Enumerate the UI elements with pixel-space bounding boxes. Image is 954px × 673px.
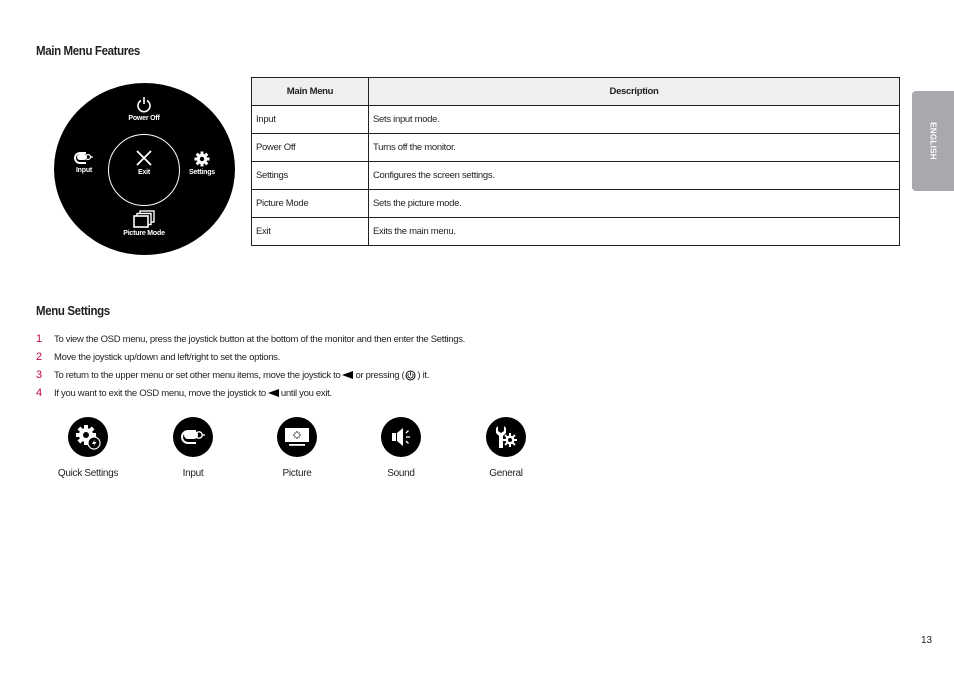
menu-item-power-off: Power Off bbox=[114, 96, 174, 122]
menu-item-settings: Settings bbox=[172, 151, 232, 176]
language-tab-label: ENGLISH bbox=[928, 122, 938, 160]
joystick-press-icon bbox=[405, 370, 416, 380]
step-text: To view the OSD menu, press the joystick… bbox=[54, 333, 466, 345]
menu-cell: Picture Mode bbox=[251, 189, 369, 218]
picture-mode-label: Picture Mode bbox=[123, 230, 165, 237]
menu-item-picture-mode: Picture Mode bbox=[114, 210, 174, 237]
input-icon bbox=[74, 152, 93, 164]
step-text: To return to the upper menu or set other… bbox=[54, 369, 341, 381]
picture-label: Picture bbox=[282, 468, 312, 479]
sound-icon bbox=[392, 428, 410, 446]
menu-cell: Exit bbox=[251, 217, 369, 246]
left-arrow-icon bbox=[342, 371, 354, 379]
sound-label: Sound bbox=[387, 468, 415, 479]
input-label: Input bbox=[182, 468, 204, 479]
menu-item-input: Input bbox=[54, 151, 114, 174]
menu-cell: Settings bbox=[251, 161, 369, 190]
language-tab: ENGLISH bbox=[912, 91, 954, 191]
step-number: 3 bbox=[36, 369, 42, 381]
left-arrow-icon bbox=[267, 389, 279, 397]
description-cell: Exits the main menu. bbox=[368, 217, 900, 246]
table-row: Power Off Turns off the monitor. bbox=[251, 133, 900, 162]
column-header-description: Description bbox=[368, 77, 900, 106]
step-item: 4 If you want to exit the OSD menu, move… bbox=[36, 384, 465, 402]
step-number: 1 bbox=[36, 333, 42, 345]
menu-item-exit: Exit bbox=[114, 149, 174, 176]
step-number: 4 bbox=[36, 387, 42, 399]
menu-icon-quick-settings: Quick Settings bbox=[43, 417, 133, 479]
power-icon bbox=[137, 97, 151, 113]
table-row: Settings Configures the screen settings. bbox=[251, 161, 900, 190]
picture-mode-icon bbox=[133, 210, 155, 228]
section-title-menu-settings: Menu Settings bbox=[36, 304, 110, 318]
settings-label: Settings bbox=[188, 169, 215, 176]
step-text: Move the joystick up/down and left/right… bbox=[54, 351, 280, 363]
steps-list: 1 To view the OSD menu, press the joysti… bbox=[36, 330, 465, 402]
quick-settings-label: Quick Settings bbox=[57, 468, 119, 479]
step-text: until you exit. bbox=[280, 387, 332, 399]
section-title-main-menu-features: Main Menu Features bbox=[36, 44, 140, 58]
general-icon bbox=[496, 426, 517, 448]
quick-settings-icon bbox=[76, 425, 101, 450]
gear-icon bbox=[194, 151, 210, 167]
description-cell: Sets input mode. bbox=[368, 105, 900, 134]
table-row: Input Sets input mode. bbox=[251, 105, 900, 134]
column-header-main-menu: Main Menu bbox=[251, 77, 369, 106]
menu-icon-general: General bbox=[461, 417, 551, 479]
page-number: 13 bbox=[921, 635, 933, 646]
menu-icon-sound: Sound bbox=[356, 417, 446, 479]
menu-icon-input: Input bbox=[148, 417, 238, 479]
step-text: or pressing ( bbox=[355, 369, 405, 381]
step-text: ) it. bbox=[417, 369, 430, 381]
step-item: 2 Move the joystick up/down and left/rig… bbox=[36, 348, 465, 366]
description-cell: Turns off the monitor. bbox=[368, 133, 900, 162]
picture-icon bbox=[285, 428, 309, 446]
menu-icon-picture: Picture bbox=[252, 417, 342, 479]
main-menu-table: Main Menu Description Input Sets input mo… bbox=[251, 77, 900, 246]
input-label: Input bbox=[75, 167, 93, 174]
joystick-menu-diagram: Power Off Input Exit Settings Picture Mo… bbox=[54, 83, 235, 255]
input-icon bbox=[181, 430, 205, 444]
description-cell: Sets the picture mode. bbox=[368, 189, 900, 218]
general-label: General bbox=[489, 468, 523, 479]
step-text: If you want to exit the OSD menu, move t… bbox=[54, 387, 266, 399]
power-off-label: Power Off bbox=[128, 115, 160, 122]
table-row: Exit Exits the main menu. bbox=[251, 217, 900, 246]
step-item: 1 To view the OSD menu, press the joysti… bbox=[36, 330, 465, 348]
exit-label: Exit bbox=[137, 169, 151, 176]
close-icon bbox=[136, 150, 152, 166]
menu-cell: Input bbox=[251, 105, 369, 134]
table-header-row: Main Menu Description bbox=[251, 77, 900, 106]
menu-cell: Power Off bbox=[251, 133, 369, 162]
description-cell: Configures the screen settings. bbox=[368, 161, 900, 190]
step-item: 3 To return to the upper menu or set oth… bbox=[36, 366, 465, 384]
step-number: 2 bbox=[36, 351, 42, 363]
table-row: Picture Mode Sets the picture mode. bbox=[251, 189, 900, 218]
